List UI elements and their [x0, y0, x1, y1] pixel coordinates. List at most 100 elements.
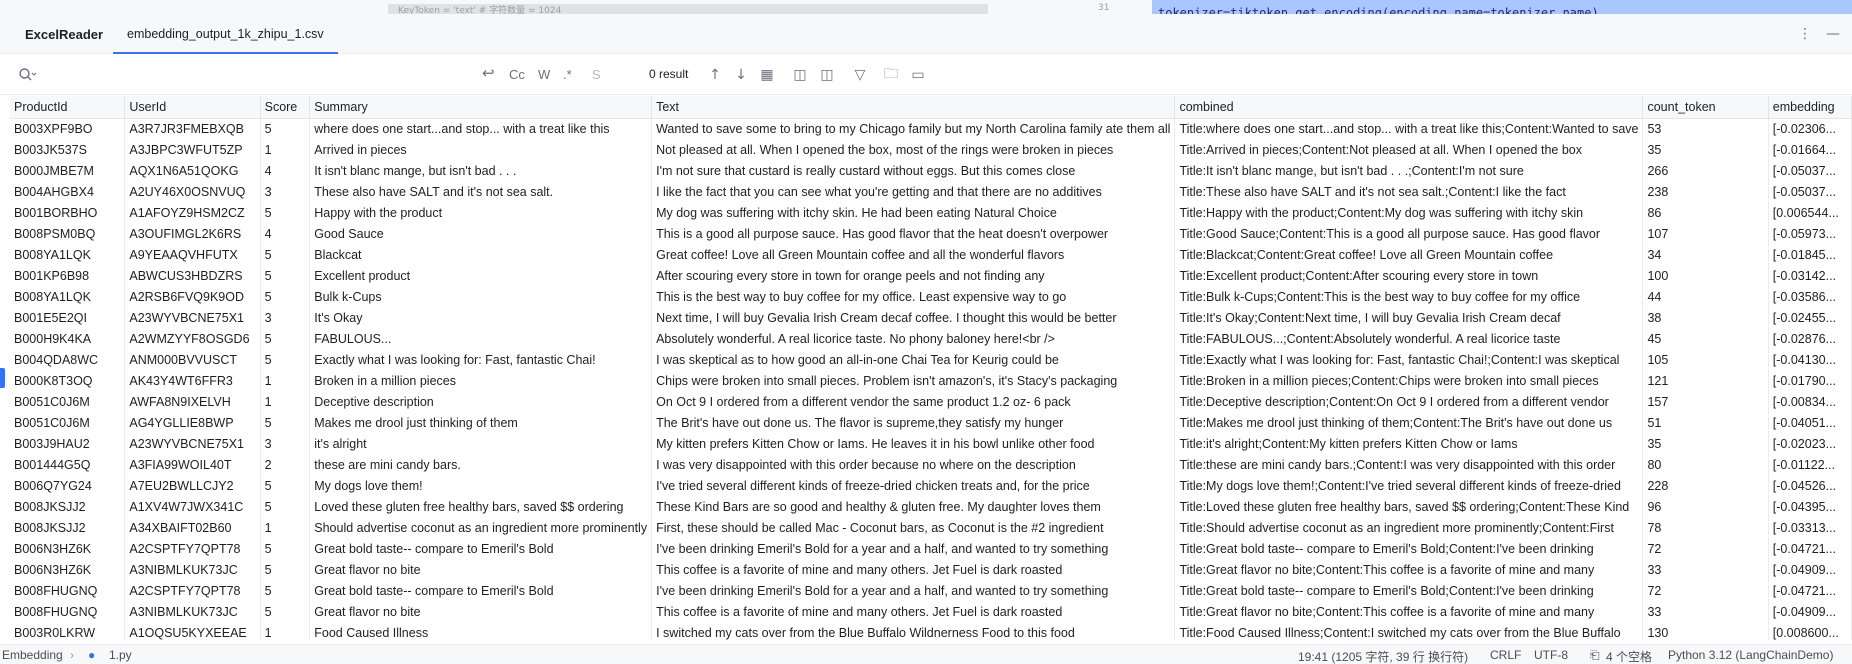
- table-row[interactable]: B003J9HAU2 A23WYVBCNE75X1 3 it's alright My …: [10, 433, 1852, 454]
- column-header-productid[interactable]: ProductId: [10, 96, 126, 119]
- table-cell[interactable]: Broken in a million pieces: [309, 370, 653, 391]
- table-cell[interactable]: [-0.02455...: [1768, 307, 1852, 328]
- table-cell[interactable]: 1: [260, 622, 311, 640]
- table-cell[interactable]: B0051C0J6M: [10, 391, 126, 412]
- breadcrumb-root[interactable]: Embedding: [2, 648, 63, 662]
- table-cell[interactable]: I was skeptical as to how good an all-in…: [651, 349, 1176, 370]
- table-cell[interactable]: My dog was suffering with itchy skin. He…: [651, 202, 1176, 223]
- table-cell[interactable]: Chips were broken into small pieces. Pro…: [651, 370, 1176, 391]
- table-cell[interactable]: Not pleased at all. When I opened the bo…: [651, 139, 1176, 160]
- table-cell[interactable]: 80: [1642, 454, 1769, 475]
- table-cell[interactable]: 86: [1642, 202, 1769, 223]
- minimize-icon[interactable]: —: [1826, 26, 1840, 42]
- table-cell[interactable]: [-0.00834...: [1768, 391, 1852, 412]
- table-cell[interactable]: This is a good all purpose sauce. Has go…: [651, 223, 1176, 244]
- table-row[interactable]: B008FHUGNQ A2CSPTFY7QPT78 5 Great bold tast…: [10, 580, 1852, 601]
- column-header-score[interactable]: Score: [260, 96, 311, 119]
- table-cell[interactable]: where does one start...and stop... with …: [309, 118, 653, 139]
- table-cell[interactable]: Great flavor no bite: [309, 601, 653, 622]
- table-cell[interactable]: 5: [260, 349, 311, 370]
- table-row[interactable]: B001E5E2QI A23WYVBCNE75X1 3 It's Okay Next t…: [10, 307, 1852, 328]
- table-cell[interactable]: 53: [1642, 118, 1769, 139]
- table-cell[interactable]: Great coffee! Love all Green Mountain co…: [651, 244, 1176, 265]
- table-cell[interactable]: B004AHGBX4: [10, 181, 126, 202]
- table-row[interactable]: B000H9K4KA A2WMZYYF8OSGD6 5 FABULOUS... Abso…: [10, 328, 1852, 349]
- table-cell[interactable]: ANM000BVVUSCT: [124, 349, 261, 370]
- table-cell[interactable]: B008YA1LQK: [10, 286, 126, 307]
- table-cell[interactable]: B001BORBHO: [10, 202, 126, 223]
- table-cell[interactable]: 3: [260, 181, 311, 202]
- table-cell[interactable]: 33: [1642, 559, 1769, 580]
- table-cell[interactable]: B003XPF9BO: [10, 118, 126, 139]
- table-cell[interactable]: B004QDA8WC: [10, 349, 126, 370]
- table-cell[interactable]: 228: [1642, 475, 1769, 496]
- table-cell[interactable]: Great bold taste-- compare to Emeril's B…: [309, 538, 653, 559]
- table-cell[interactable]: Title:Good Sauce;Content:This is a good …: [1174, 223, 1644, 244]
- table-cell[interactable]: 130: [1642, 622, 1769, 640]
- python-interpreter[interactable]: Python 3.12 (LangChainDemo): [1668, 648, 1833, 662]
- table-cell[interactable]: Title:Should advertise coconut as an ing…: [1174, 517, 1644, 538]
- csv-table-container[interactable]: ProductId UserId Score Summary Text combined c…: [10, 96, 1852, 640]
- table-row[interactable]: B003R0LKRW A1OQSU5KYXEEAE 1 Food Caused Ill…: [10, 622, 1852, 640]
- table-cell[interactable]: [-0.02023...: [1768, 433, 1852, 454]
- table-cell[interactable]: Title:Food Caused Illness;Content:I swit…: [1174, 622, 1644, 640]
- table-cell[interactable]: Title:Great bold taste-- compare to Emer…: [1174, 580, 1644, 601]
- table-row[interactable]: B008JKSJJ2 A34XBAIFT02B60 1 Should advertis…: [10, 517, 1852, 538]
- table-cell[interactable]: Bulk k-Cups: [309, 286, 653, 307]
- table-cell[interactable]: A3R7JR3FMEBXQB: [124, 118, 261, 139]
- table-cell[interactable]: B008YA1LQK: [10, 244, 126, 265]
- table-cell[interactable]: 38: [1642, 307, 1769, 328]
- more-vertical-icon[interactable]: ⋮: [1798, 26, 1812, 42]
- table-cell[interactable]: Arrived in pieces: [309, 139, 653, 160]
- table-cell[interactable]: A2UY46X0OSNVUQ: [124, 181, 261, 202]
- table-row[interactable]: B006N3HZ6K A3NIBMLKUK73JC 5 Great flavor no…: [10, 559, 1852, 580]
- column-header-userid[interactable]: UserId: [124, 96, 261, 119]
- table-cell[interactable]: Title:It isn't blanc mange, but isn't ba…: [1174, 160, 1644, 181]
- table-cell[interactable]: AG4YGLLIE8BWP: [124, 412, 261, 433]
- table-cell[interactable]: 107: [1642, 223, 1769, 244]
- table-cell[interactable]: AK43Y4WT6FFR3: [124, 370, 261, 391]
- tab-csv-file[interactable]: embedding_output_1k_zhipu_1.csv: [113, 14, 338, 54]
- whole-words-toggle[interactable]: W: [538, 67, 550, 82]
- table-cell[interactable]: It isn't blanc mange, but isn't bad . . …: [309, 160, 653, 181]
- table-row[interactable]: B008PSM0BQ A3OUFIMGL2K6RS 4 Good Sauce This …: [10, 223, 1852, 244]
- table-cell[interactable]: 5: [260, 118, 311, 139]
- table-cell[interactable]: B008FHUGNQ: [10, 580, 126, 601]
- file-encoding[interactable]: UTF-8: [1534, 648, 1568, 662]
- table-cell[interactable]: A3FIA99WOIL40T: [124, 454, 261, 475]
- select-all-matches-icon[interactable]: ▦: [757, 65, 777, 85]
- table-cell[interactable]: 3: [260, 307, 311, 328]
- table-cell[interactable]: [-0.04130...: [1768, 349, 1852, 370]
- table-cell[interactable]: The Brit's have out done us. The flavor …: [651, 412, 1176, 433]
- table-cell[interactable]: A3NIBMLKUK73JC: [124, 559, 261, 580]
- table-cell[interactable]: Deceptive description: [309, 391, 653, 412]
- table-row[interactable]: B006N3HZ6K A2CSPTFY7QPT78 5 Great bold tast…: [10, 538, 1852, 559]
- table-cell[interactable]: A2CSPTFY7QPT78: [124, 580, 261, 601]
- table-cell[interactable]: This coffee is a favorite of mine and ma…: [651, 559, 1176, 580]
- table-cell[interactable]: Makes me drool just thinking of them: [309, 412, 653, 433]
- table-cell[interactable]: 96: [1642, 496, 1769, 517]
- table-cell[interactable]: ABWCUS3HBDZRS: [124, 265, 261, 286]
- table-cell[interactable]: [-0.04721...: [1768, 580, 1852, 601]
- table-cell[interactable]: Food Caused Illness: [309, 622, 653, 640]
- table-cell[interactable]: [-0.01664...: [1768, 139, 1852, 160]
- table-cell[interactable]: [-0.05973...: [1768, 223, 1852, 244]
- table-cell[interactable]: Title:These also have SALT and it's not …: [1174, 181, 1644, 202]
- table-cell[interactable]: [-0.05037...: [1768, 160, 1852, 181]
- table-cell[interactable]: B000H9K4KA: [10, 328, 126, 349]
- table-cell[interactable]: these are mini candy bars.: [309, 454, 653, 475]
- next-match-icon[interactable]: ↓: [731, 65, 751, 85]
- table-row[interactable]: B003XPF9BO A3R7JR3FMEBXQB 5 where does one …: [10, 118, 1852, 139]
- table-cell[interactable]: AQX1N6A51QOKG: [124, 160, 261, 181]
- table-cell[interactable]: AWFA8N9IXELVH: [124, 391, 261, 412]
- column-header-combined[interactable]: combined: [1174, 96, 1644, 119]
- table-cell[interactable]: 1: [260, 391, 311, 412]
- regex-toggle[interactable]: .*: [563, 67, 572, 82]
- table-cell[interactable]: [-0.01122...: [1768, 454, 1852, 475]
- table-cell[interactable]: 238: [1642, 181, 1769, 202]
- table-cell[interactable]: 5: [260, 328, 311, 349]
- table-cell[interactable]: My dogs love them!: [309, 475, 653, 496]
- table-cell[interactable]: [0.006544...: [1768, 202, 1852, 223]
- table-cell[interactable]: B006Q7YG24: [10, 475, 126, 496]
- table-cell[interactable]: Blackcat: [309, 244, 653, 265]
